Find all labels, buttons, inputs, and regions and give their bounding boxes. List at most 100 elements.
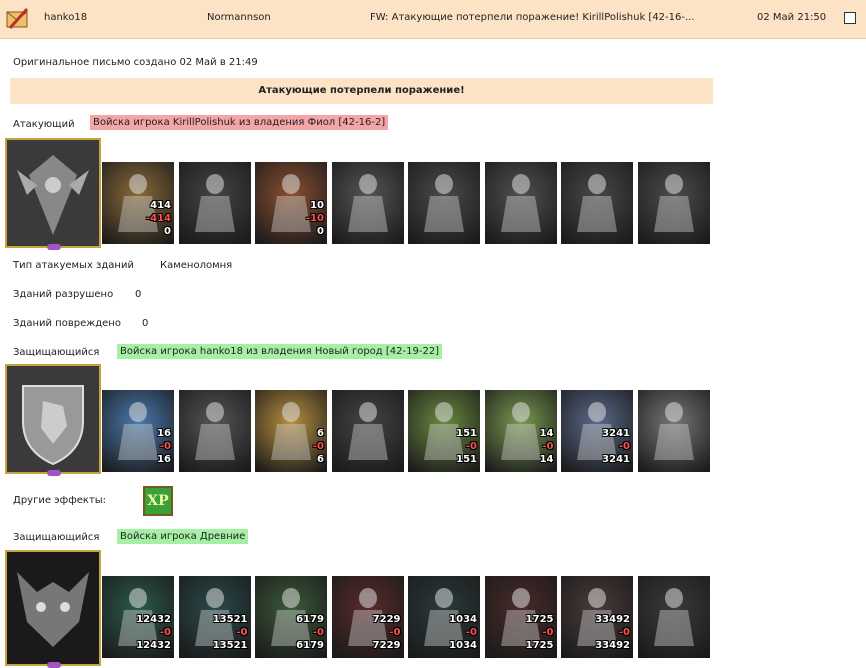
unit-initial-count: 1725 <box>525 614 554 625</box>
message-date: 02 Май 21:50 <box>757 12 827 23</box>
unit-remaining-count: 13521 <box>212 640 248 651</box>
defender2-unit-1[interactable]: 12432 -0 12432 <box>102 576 174 658</box>
unit-initial-count: 1034 <box>449 614 477 625</box>
attacker-unit-4[interactable] <box>331 162 404 244</box>
defender1-unit-1[interactable]: 16 -0 16 <box>102 390 174 472</box>
unit-loss-count: -0 <box>389 627 401 638</box>
unit-initial-count: 414 <box>150 200 171 211</box>
sender-name[interactable]: hanko18 <box>44 12 87 23</box>
unit-remaining-count: 6179 <box>296 640 324 651</box>
buildings-damaged-value: 0 <box>142 318 149 329</box>
select-checkbox[interactable] <box>844 12 856 24</box>
buildings-destroyed-value: 0 <box>135 289 142 300</box>
defender1-unit-7[interactable]: 3241 -0 3241 <box>561 390 633 472</box>
unit-initial-count: 10 <box>310 200 324 211</box>
other-effects-label: Другие эффекты: <box>13 495 107 506</box>
defender1-unit-3[interactable]: 6 -0 6 <box>255 390 327 472</box>
xp-effect-icon[interactable]: XP <box>143 486 173 516</box>
unit-remaining-count: 1034 <box>449 640 477 651</box>
creature-figure-icon <box>653 588 694 646</box>
unit-remaining-count: 6 <box>317 454 324 465</box>
defender1-label: Защищающийся <box>13 347 100 358</box>
unit-loss-count: -414 <box>145 213 171 224</box>
defender1-unit-5[interactable]: 151 -0 151 <box>408 390 480 472</box>
unit-loss-count: -10 <box>305 213 324 224</box>
unit-initial-count: 16 <box>157 428 171 439</box>
defender2-unit-3[interactable]: 6179 -0 6179 <box>255 576 327 658</box>
unit-remaining-count: 0 <box>164 226 171 237</box>
defender1-unit-4[interactable] <box>331 390 404 472</box>
unit-remaining-count: 151 <box>456 454 477 465</box>
unit-initial-count: 6 <box>317 428 324 439</box>
battle-result-banner: Атакующие потерпели поражение! <box>10 78 713 104</box>
unit-loss-count: -0 <box>312 627 324 638</box>
unit-remaining-count: 7229 <box>372 640 401 651</box>
unit-remaining-count: 33492 <box>595 640 630 651</box>
unit-loss-count: -0 <box>542 627 554 638</box>
creature-figure-icon <box>653 174 694 232</box>
defender1-troops[interactable]: Войска игрока hanko18 из владения Новый … <box>117 344 443 359</box>
creature-figure-icon <box>424 174 464 232</box>
lion-shield-icon <box>7 366 99 472</box>
creature-figure-icon <box>500 174 541 232</box>
attacker-troops[interactable]: Войска игрока KirillPolishuk из владения… <box>90 115 389 130</box>
unit-loss-count: -0 <box>618 441 630 452</box>
original-created-text: Оригинальное письмо создано 02 Май в 21:… <box>13 57 258 68</box>
defender2-unit-4[interactable]: 7229 -0 7229 <box>331 576 404 658</box>
building-type-label: Тип атакуемых зданий <box>13 260 134 271</box>
defender1-unit-6[interactable]: 14 -0 14 <box>484 390 557 472</box>
attacker-label: Атакующий <box>13 119 75 130</box>
attacker-unit-8[interactable] <box>637 162 710 244</box>
defender2-unit-2[interactable]: 13521 -0 13521 <box>178 576 251 658</box>
attacker-unit-2[interactable] <box>178 162 251 244</box>
defender2-unit-8[interactable] <box>637 576 710 658</box>
building-type-value: Каменоломня <box>160 260 233 271</box>
defender2-unit-7[interactable]: 33492 -0 33492 <box>561 576 633 658</box>
unit-initial-count: 33492 <box>595 614 630 625</box>
defender2-troops[interactable]: Войска игрока Древние <box>117 529 249 544</box>
creature-figure-icon <box>194 174 235 232</box>
defender2-unit-6[interactable]: 1725 -0 1725 <box>484 576 557 658</box>
unit-initial-count: 13521 <box>212 614 248 625</box>
creature-figure-icon <box>347 402 388 460</box>
attacker-unit-5[interactable] <box>408 162 480 244</box>
message-header: hanko18 Normannson FW: Атакующие потерпе… <box>0 0 866 39</box>
unit-remaining-count: 12432 <box>136 640 171 651</box>
creature-figure-icon <box>577 174 617 232</box>
unit-remaining-count: 14 <box>539 454 554 465</box>
defender1-hero-portrait <box>5 364 101 476</box>
defender2-unit-5[interactable]: 1034 -0 1034 <box>408 576 480 658</box>
attacker-unit-3[interactable]: 10 -10 0 <box>255 162 327 244</box>
defender2-label: Защищающийся <box>13 532 100 543</box>
attacker-hero-portrait <box>5 138 101 250</box>
attacker-unit-1[interactable]: 414 -414 0 <box>102 162 174 244</box>
unit-loss-count: -0 <box>159 627 171 638</box>
creature-figure-icon <box>194 402 235 460</box>
recipient-name[interactable]: Normannson <box>207 12 271 23</box>
unit-initial-count: 151 <box>456 428 477 439</box>
defender1-unit-2[interactable] <box>178 390 251 472</box>
defender2-hero-portrait <box>5 550 101 668</box>
unit-remaining-count: 3241 <box>602 454 630 465</box>
unit-remaining-count: 16 <box>157 454 171 465</box>
buildings-damaged-label: Зданий повреждено <box>13 318 121 329</box>
demon-face-icon <box>7 552 99 664</box>
unit-loss-count: -0 <box>312 441 324 452</box>
attacker-unit-7[interactable] <box>561 162 633 244</box>
unit-initial-count: 7229 <box>372 614 401 625</box>
creature-figure-icon <box>653 402 694 460</box>
dragon-emblem-icon <box>7 140 99 246</box>
unit-loss-count: -0 <box>465 627 477 638</box>
unit-loss-count: -0 <box>618 627 630 638</box>
creature-figure-icon <box>347 174 388 232</box>
unit-loss-count: -0 <box>465 441 477 452</box>
attacker-unit-6[interactable] <box>484 162 557 244</box>
defender1-unit-8[interactable] <box>637 390 710 472</box>
unit-initial-count: 12432 <box>136 614 171 625</box>
buildings-destroyed-label: Зданий разрушено <box>13 289 114 300</box>
unit-loss-count: -0 <box>542 441 554 452</box>
unit-remaining-count: 0 <box>317 226 324 237</box>
message-subject[interactable]: FW: Атакующие потерпели поражение! Kiril… <box>370 12 740 23</box>
sword-envelope-icon <box>6 7 29 30</box>
unit-initial-count: 14 <box>539 428 554 439</box>
